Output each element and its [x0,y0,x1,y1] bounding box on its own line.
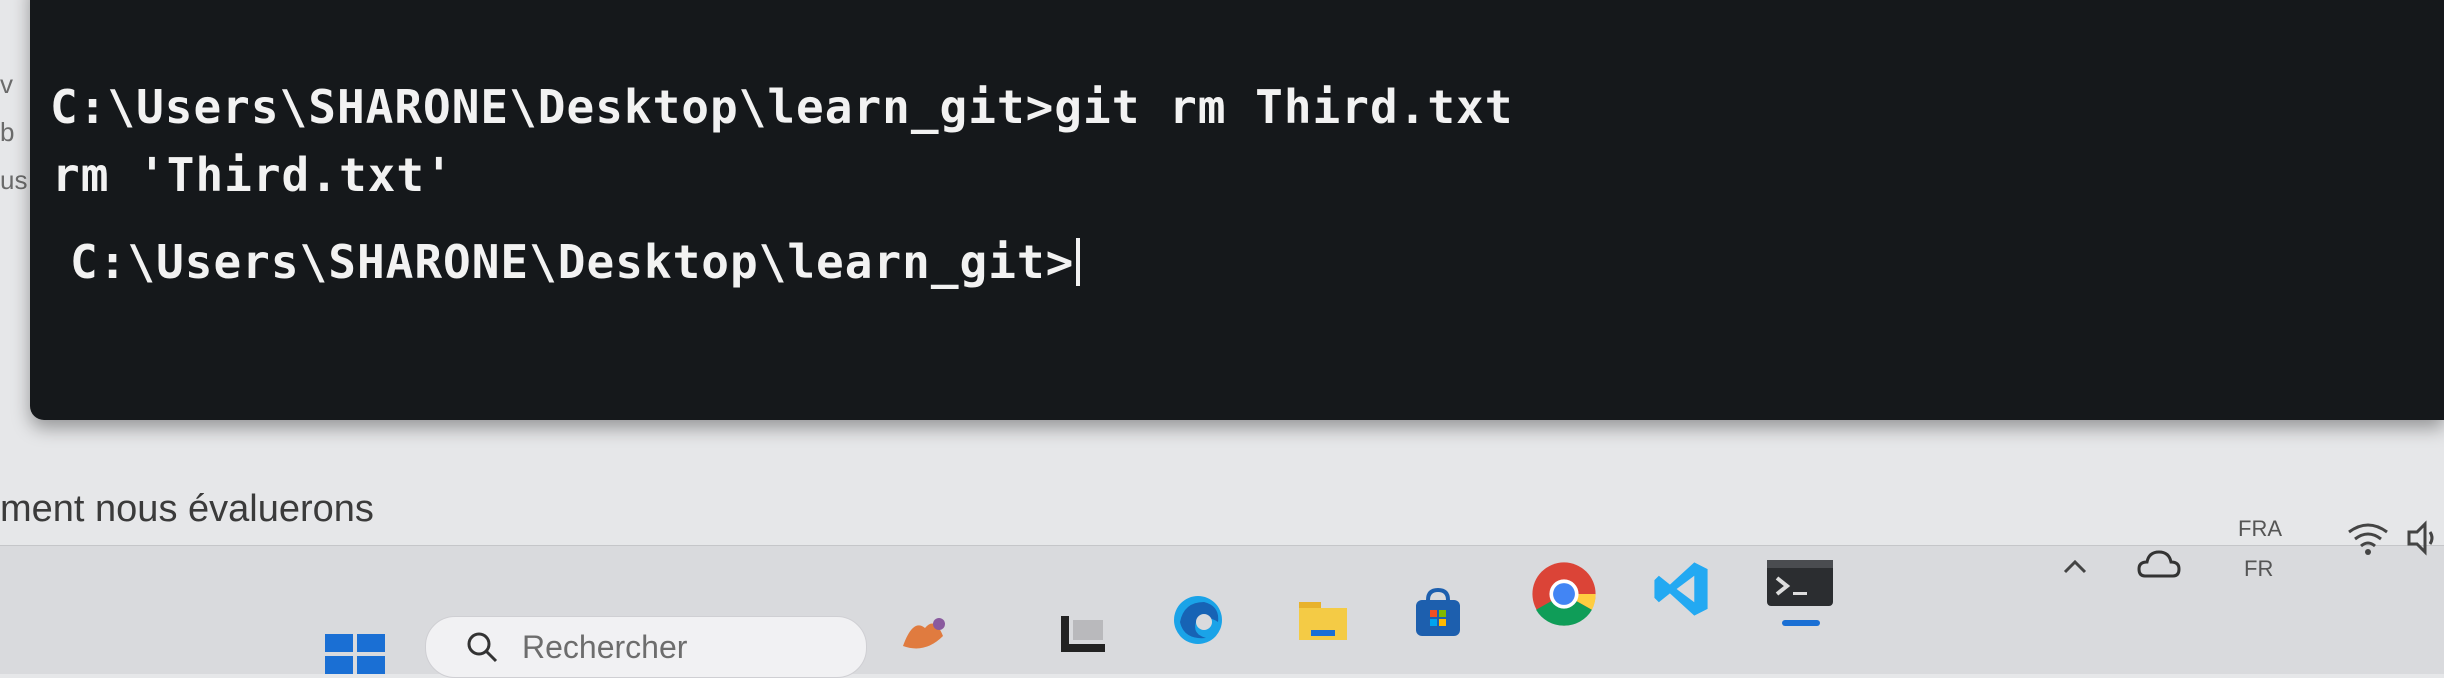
chrome-icon[interactable] [1530,560,1598,628]
language-indicator-bottom[interactable]: FR [2244,556,2273,582]
active-app-indicator [1782,620,1820,626]
edge-icon[interactable] [1170,592,1226,648]
document-text: ment nous évaluerons [0,488,374,530]
windows-start-icon[interactable] [325,634,385,674]
volume-icon[interactable] [2405,520,2439,556]
taskbar: Rechercher FRA FR [0,516,2444,678]
background-window-fragment: v b us [0,60,30,204]
vscode-icon[interactable] [1650,558,1712,620]
terminal-window[interactable]: C:\Users\SHARONE\Desktop\learn_git>git r… [30,0,2444,420]
widgets-icon[interactable] [895,606,951,662]
fragment-text: v [0,69,13,99]
fragment-text: b [0,117,15,147]
search-input[interactable]: Rechercher [425,616,867,678]
search-icon [467,632,498,663]
prompt-text: C:\Users\SHARONE\Desktop\learn_git> [70,235,1075,289]
cloud-icon[interactable] [2135,542,2183,590]
terminal-command-line: C:\Users\SHARONE\Desktop\learn_git>git r… [50,80,1514,134]
terminal-output-line: rm 'Third.txt' [52,148,454,202]
terminal-icon[interactable] [1765,556,1835,612]
task-view-icon[interactable] [1055,606,1111,662]
terminal-prompt-line[interactable]: C:\Users\SHARONE\Desktop\learn_git> [70,235,1081,289]
language-indicator-top[interactable]: FRA [2238,516,2282,542]
chevron-up-icon[interactable] [2055,546,2095,586]
text-cursor [1076,238,1081,286]
microsoft-store-icon[interactable] [1410,586,1466,642]
file-explorer-icon[interactable] [1295,592,1351,648]
fragment-text: us [0,165,28,195]
wifi-icon[interactable] [2345,518,2391,558]
search-placeholder: Rechercher [522,628,688,665]
